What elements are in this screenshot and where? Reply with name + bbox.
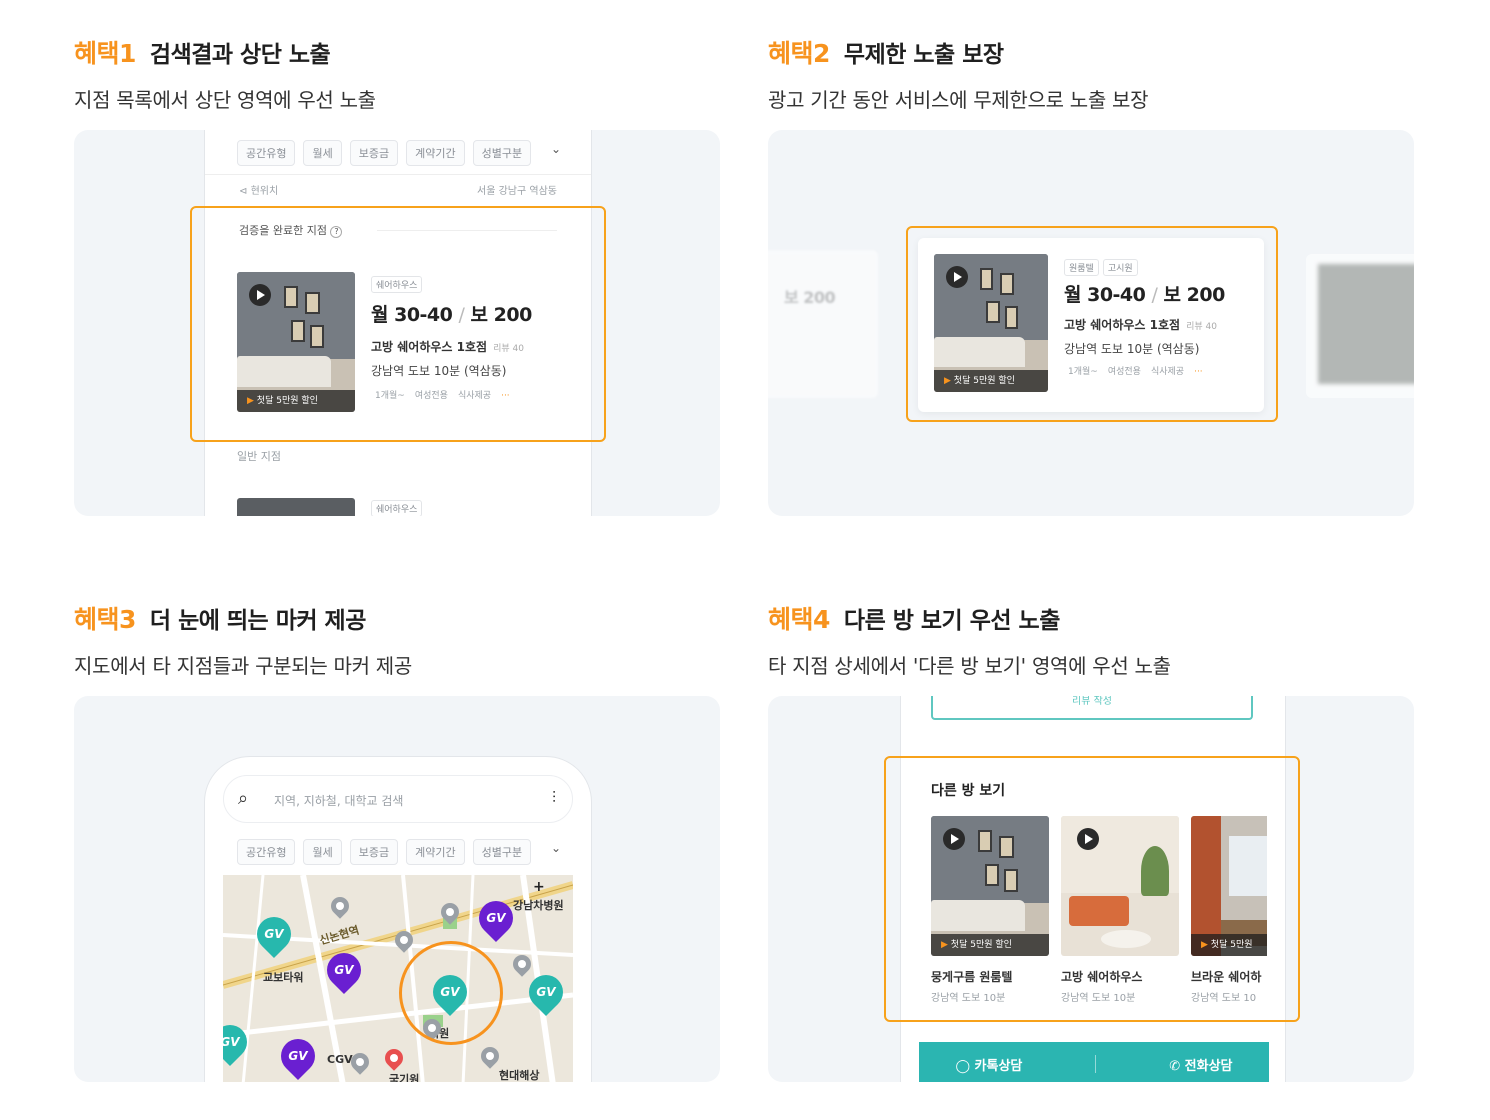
benefit-2-illustration: 보 200 첫달 5만원 할인 원룸텔고시원 월 30-40 / 보 200: [768, 130, 1414, 516]
benefit-description: 광고 기간 동안 서비스에 무제한으로 노출 보장: [768, 88, 1149, 112]
region-label: 서울 강남구 역삼동: [477, 186, 557, 197]
highlight-box: [190, 206, 606, 442]
benefit-tag: 혜택3: [74, 605, 136, 634]
filter-chip[interactable]: 성별구분: [472, 140, 532, 166]
filter-chip[interactable]: 보증금: [349, 140, 399, 166]
filter-settings-icon[interactable]: ⫶: [552, 788, 556, 808]
filter-chip[interactable]: 보증금: [349, 839, 399, 865]
side-card-price: 보 200: [784, 288, 836, 307]
map-label: CGV: [327, 1053, 353, 1066]
map-marker-premium[interactable]: GV: [273, 1031, 323, 1081]
highlight-box: [906, 226, 1278, 422]
benefit-3-illustration: ⌕ 지역, 지하철, 대학교 검색 ⫶ 공간유형 월세 보증금 계약기간 성별구…: [74, 696, 720, 1082]
benefit-4: 혜택4 다른 방 보기 우선 노출 타 지점 상세에서 '다른 방 보기' 영역…: [768, 600, 1414, 1082]
benefit-1-header: 혜택1 검색결과 상단 노출: [74, 34, 720, 74]
consult-button-bar: ◯ 카톡상담 ✆ 전화상담: [919, 1042, 1269, 1082]
map-marker-standard[interactable]: GV: [521, 967, 571, 1017]
chat-bubble-icon: ◯: [955, 1058, 971, 1074]
zoom-in-icon[interactable]: +: [533, 879, 545, 895]
call-consult-label: 전화상담: [1184, 1058, 1233, 1074]
benefit-title: 더 눈에 띄는 마커 제공: [149, 608, 366, 634]
marker-logo: GV: [223, 1035, 240, 1049]
search-icon: ⌕: [238, 788, 249, 809]
marker-logo: GV: [264, 927, 284, 941]
filter-chip[interactable]: 계약기간: [406, 140, 465, 166]
benefit-1: 혜택1 검색결과 상단 노출 지점 목록에서 상단 영역에 우선 노출 공간유형…: [74, 34, 720, 516]
map-view[interactable]: 신논현역 교보타워 강남차병원 CGV 기원 현대해상 국기원 + GV GV …: [223, 875, 573, 1082]
marker-logo: GV: [486, 911, 506, 925]
map-marker-premium[interactable]: GV: [319, 945, 369, 995]
benefit-tag: 혜택2: [768, 39, 830, 68]
benefit-description: 지도에서 타 지점들과 구분되는 마커 제공: [74, 654, 412, 678]
map-label: 현대해상: [499, 1069, 540, 1082]
filter-chips: 공간유형 월세 보증금 계약기간 성별구분: [237, 140, 532, 166]
marker-logo: GV: [334, 963, 354, 977]
benefit-4-header: 혜택4 다른 방 보기 우선 노출: [768, 600, 1414, 640]
marker-logo: GV: [536, 985, 556, 999]
kakao-consult-label: 카톡상담: [974, 1058, 1023, 1074]
current-location-link[interactable]: ⊲ 현위치: [239, 182, 278, 197]
map-label: 강남차병원: [513, 899, 564, 912]
benefit-1-illustration: 공간유형 월세 보증금 계약기간 성별구분 ⌄ ⊲ 현위치 서울 강남구 역삼동…: [74, 130, 720, 516]
chevron-down-icon[interactable]: ⌄: [551, 142, 561, 156]
filter-chip[interactable]: 성별구분: [472, 839, 532, 865]
search-bar[interactable]: ⌕ 지역, 지하철, 대학교 검색 ⫶: [223, 775, 573, 823]
benefit-3: 혜택3 더 눈에 띄는 마커 제공 지도에서 타 지점들과 구분되는 마커 제공…: [74, 600, 720, 1082]
benefit-2-header: 혜택2 무제한 노출 보장: [768, 34, 1414, 74]
call-consult-button[interactable]: ✆ 전화상담: [1169, 1055, 1232, 1074]
chevron-down-icon[interactable]: ⌄: [551, 841, 561, 855]
filter-chip[interactable]: 공간유형: [237, 839, 296, 865]
map-label: 교보타워: [263, 971, 304, 984]
benefit-3-header: 혜택3 더 눈에 띄는 마커 제공: [74, 600, 720, 640]
review-button-label: 리뷰 작성: [1072, 696, 1112, 707]
filter-chip[interactable]: 월세: [303, 839, 342, 865]
phone-icon: ✆: [1169, 1058, 1181, 1074]
highlight-box: [884, 756, 1300, 1022]
benefit-tag: 혜택1: [74, 39, 136, 68]
filter-chips: 공간유형 월세 보증금 계약기간 성별구분: [237, 839, 532, 865]
next-listing-card: [1306, 254, 1414, 398]
highlight-circle: [399, 941, 503, 1045]
map-marker-premium[interactable]: GV: [471, 893, 521, 943]
map-label: 국기원: [389, 1073, 420, 1082]
benefit-title: 다른 방 보기 우선 노출: [843, 608, 1060, 634]
type-badge: 쉐어하우스: [371, 500, 423, 516]
benefit-2: 혜택2 무제한 노출 보장 광고 기간 동안 서비스에 무제한으로 노출 보장 …: [768, 34, 1414, 516]
kakao-consult-button[interactable]: ◯ 카톡상담: [955, 1055, 1022, 1074]
prev-listing-card: 보 200: [768, 250, 878, 398]
benefit-title: 검색결과 상단 노출: [149, 42, 331, 68]
benefit-tag: 혜택4: [768, 605, 830, 634]
search-input[interactable]: 지역, 지하철, 대학교 검색: [274, 792, 403, 809]
filter-chip[interactable]: 월세: [303, 140, 342, 166]
filter-chip[interactable]: 공간유형: [237, 140, 296, 166]
current-location-label: 현위치: [250, 186, 279, 197]
benefit-4-illustration: 리뷰 작성 다른 방 보기 첫달 5만원 할인 뭉게구름 원룸텔 강남역 도보 …: [768, 696, 1414, 1082]
marker-logo: GV: [288, 1049, 308, 1063]
map-marker-standard[interactable]: GV: [249, 909, 299, 959]
review-button[interactable]: 리뷰 작성: [931, 696, 1253, 720]
benefit-description: 타 지점 상세에서 '다른 방 보기' 영역에 우선 노출: [768, 654, 1171, 678]
general-section-title: 일반 지점: [237, 450, 281, 463]
listing-thumbnail[interactable]: [237, 498, 355, 516]
benefit-title: 무제한 노출 보장: [843, 42, 1004, 68]
benefit-description: 지점 목록에서 상단 영역에 우선 노출: [74, 88, 376, 112]
map-phone-mock: ⌕ 지역, 지하철, 대학교 검색 ⫶ 공간유형 월세 보증금 계약기간 성별구…: [204, 756, 592, 1082]
filter-chip[interactable]: 계약기간: [406, 839, 465, 865]
